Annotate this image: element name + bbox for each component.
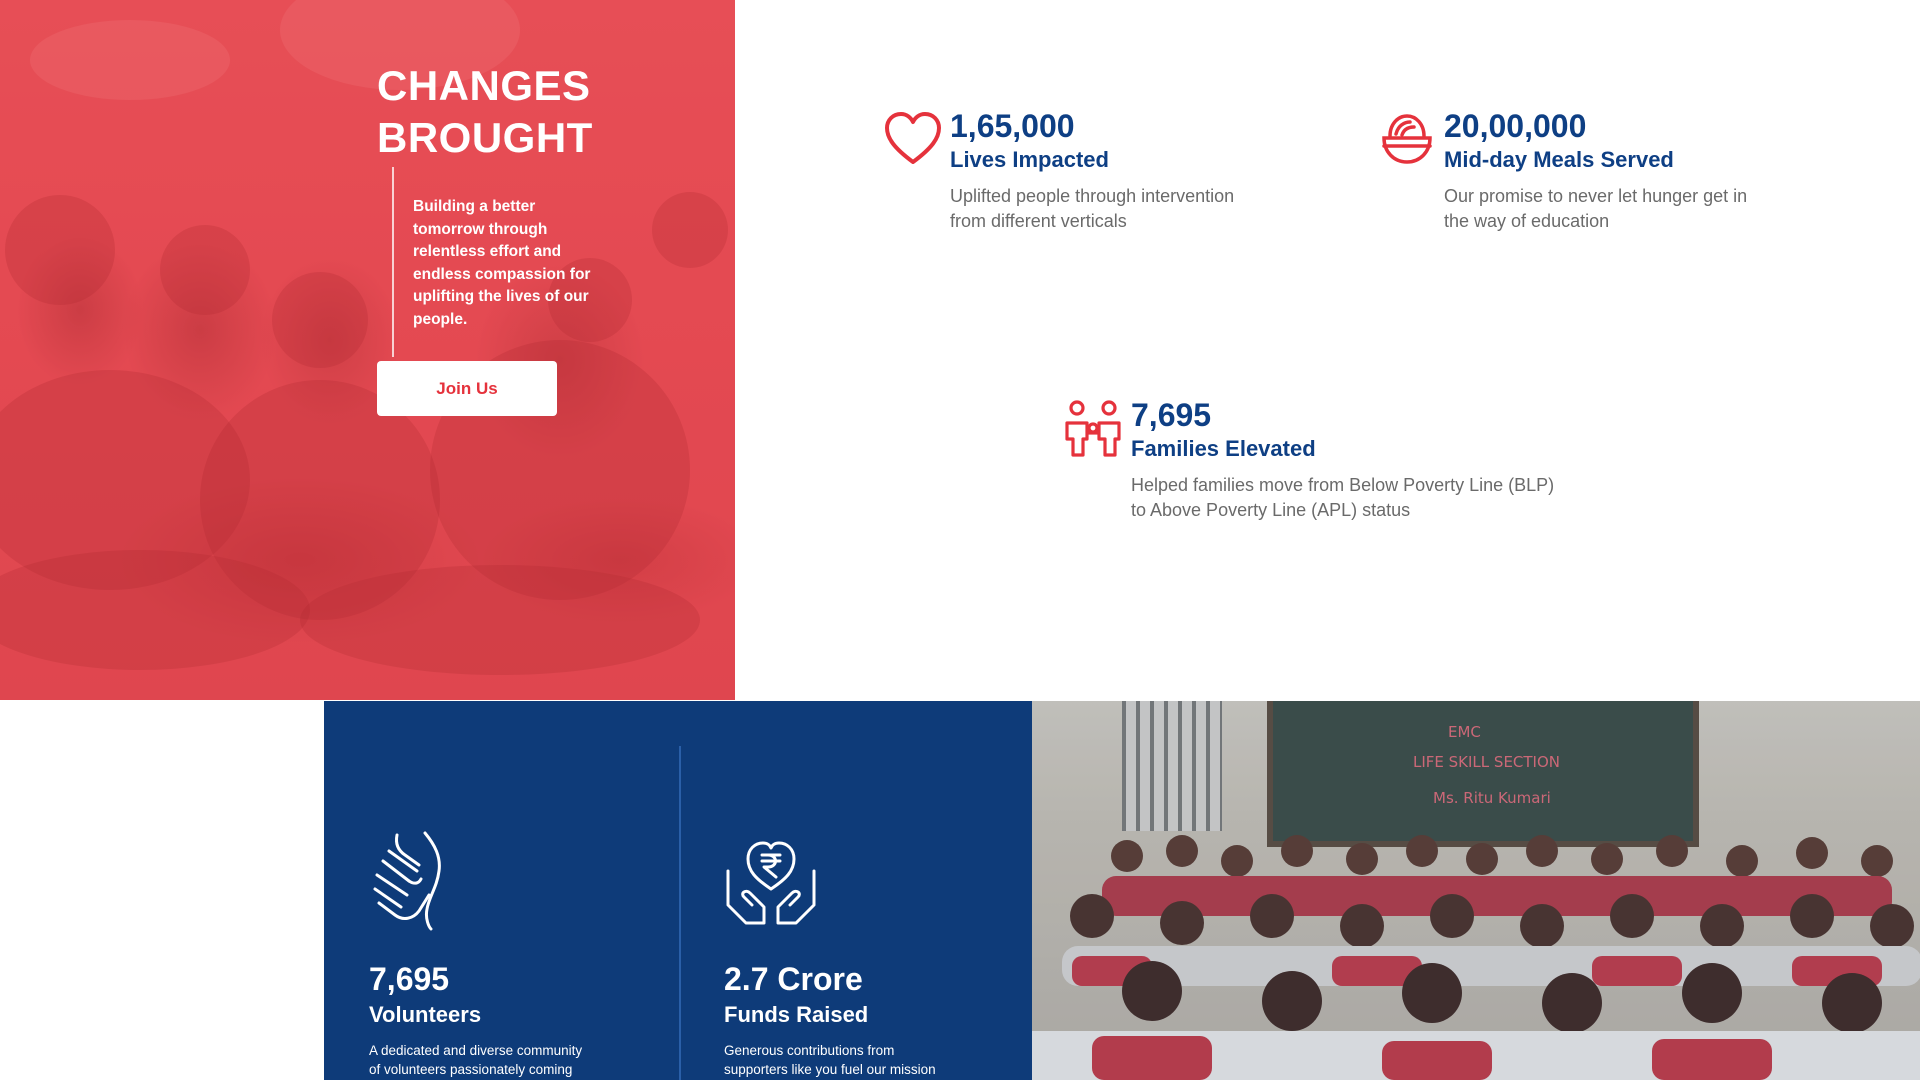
panel-divider xyxy=(679,746,681,1080)
hero-overlay xyxy=(0,0,735,700)
stat-number: 20,00,000 xyxy=(1444,108,1587,144)
rupee-heart-hands-icon xyxy=(726,841,816,925)
stat-families-elevated: 7,695 Families Elevated Helped families … xyxy=(1065,397,1585,537)
stat-label: Lives Impacted xyxy=(950,147,1109,172)
stat-label: Volunteers xyxy=(369,1002,482,1027)
join-us-button[interactable]: Join Us xyxy=(377,361,557,416)
hero-title-line2: BROUGHT xyxy=(377,114,593,161)
stat-description: Uplifted people through intervention fro… xyxy=(950,186,1235,231)
stat-label: Funds Raised xyxy=(724,1002,869,1027)
stat-label: Families Elevated xyxy=(1131,436,1316,461)
hero-title: CHANGES BROUGHT xyxy=(377,60,593,164)
meal-bowl-icon xyxy=(1382,114,1432,164)
stat-meals-served: 20,00,000 Mid-day Meals Served Our promi… xyxy=(1378,108,1798,248)
helping-hands-icon xyxy=(373,831,441,931)
hero-divider xyxy=(392,167,394,357)
stat-label: Mid-day Meals Served xyxy=(1444,147,1674,172)
stat-number: 1,65,000 xyxy=(950,108,1075,144)
stat-description: Our promise to never let hunger get in t… xyxy=(1444,186,1748,231)
hero-title-line1: CHANGES xyxy=(377,62,591,109)
hero-banner: CHANGES BROUGHT Building a better tomorr… xyxy=(0,0,735,700)
hero-description: Building a better tomorrow through relen… xyxy=(413,198,591,328)
stat-description: Generous contributions from supporters l… xyxy=(724,1043,936,1077)
classroom-photo: EMC LIFE SKILL SECTION Ms. Ritu Kumari xyxy=(1032,701,1920,1080)
heart-icon xyxy=(885,112,941,164)
stat-number: 7,695 xyxy=(1131,397,1212,433)
stat-number: 2.7 Crore xyxy=(724,961,863,997)
photo-tint xyxy=(1032,701,1920,1080)
stat-number: 7,695 xyxy=(369,961,450,997)
impact-blue-panel: 7,695 Volunteers A dedicated and diverse… xyxy=(324,701,1032,1080)
stat-lives-impacted: 1,65,000 Lives Impacted Uplifted people … xyxy=(884,108,1304,248)
family-icon xyxy=(1065,400,1121,457)
stat-description: A dedicated and diverse community of vol… xyxy=(369,1043,583,1077)
stat-description: Helped families move from Below Poverty … xyxy=(1131,475,1555,520)
